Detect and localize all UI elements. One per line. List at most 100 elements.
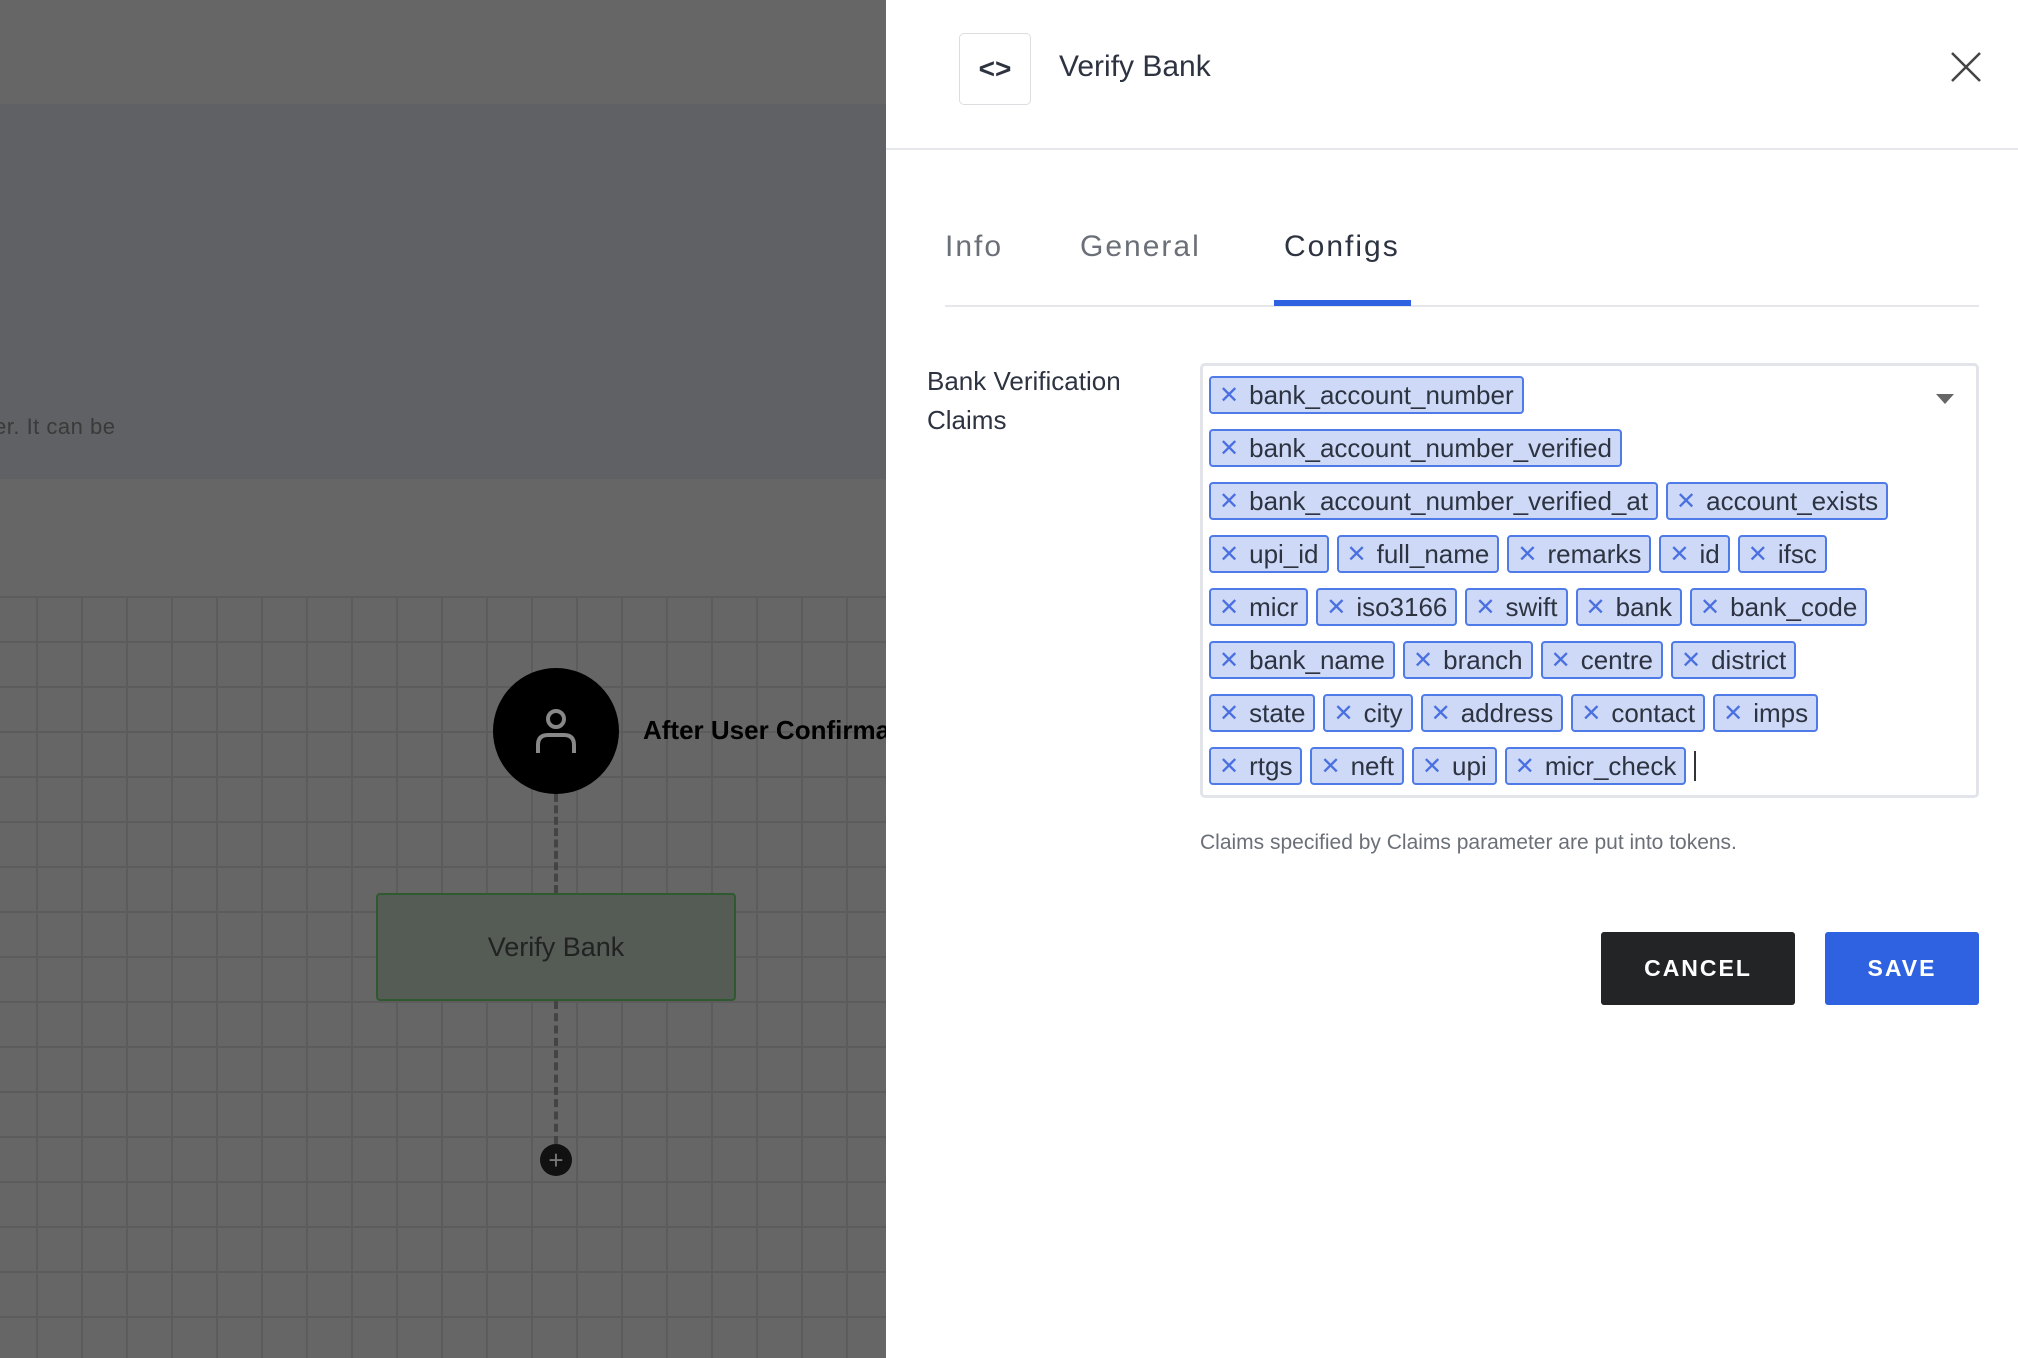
chip-label: remarks	[1547, 538, 1642, 569]
drawer-title: Verify Bank	[1059, 50, 1211, 83]
claim-chip: ✕ full_name	[1336, 535, 1500, 573]
claim-chip: ✕ branch	[1403, 641, 1533, 679]
description-section: er. It can be	[0, 104, 886, 479]
close-icon[interactable]	[1949, 50, 1983, 84]
remove-chip-icon[interactable]: ✕	[1347, 540, 1367, 569]
user-node[interactable]	[493, 668, 619, 794]
chip-label: imps	[1753, 697, 1809, 728]
claim-chip: ✕ bank_name	[1209, 641, 1395, 679]
claim-chip: ✕ micr_check	[1504, 747, 1687, 785]
chip-label: account_exists	[1706, 485, 1879, 516]
chip-label: branch	[1443, 644, 1523, 675]
chip-label: contact	[1611, 697, 1696, 728]
field-label: Bank Verification Claims	[927, 366, 1121, 435]
connector-line	[554, 1001, 558, 1144]
remove-chip-icon[interactable]: ✕	[1431, 699, 1451, 728]
claim-chip: ✕ id	[1659, 535, 1730, 573]
remove-chip-icon[interactable]: ✕	[1326, 593, 1346, 622]
remove-chip-icon[interactable]: ✕	[1219, 699, 1239, 728]
chip-label: rtgs	[1249, 750, 1293, 781]
remove-chip-icon[interactable]: ✕	[1413, 646, 1433, 675]
remove-chip-icon[interactable]: ✕	[1219, 434, 1239, 463]
claim-chip: ✕ district	[1670, 641, 1797, 679]
chip-label: bank_code	[1730, 591, 1858, 622]
remove-chip-icon[interactable]: ✕	[1333, 699, 1353, 728]
claim-chip: ✕ bank_account_number_verified	[1209, 429, 1622, 467]
claim-chip: ✕ bank	[1575, 588, 1682, 626]
help-text: Claims specified by Claims parameter are…	[1200, 831, 1737, 854]
remove-chip-icon[interactable]: ✕	[1669, 540, 1689, 569]
chip-label: district	[1711, 644, 1787, 675]
remove-chip-icon[interactable]: ✕	[1320, 752, 1340, 781]
claim-chip: ✕ ifsc	[1737, 535, 1827, 573]
plus-icon[interactable]: +	[540, 1144, 572, 1176]
chip-label: micr	[1249, 591, 1299, 622]
chip-label: id	[1699, 538, 1720, 569]
chip-label: iso3166	[1356, 591, 1448, 622]
claim-chip: ✕ imps	[1713, 694, 1819, 732]
claim-chip: ✕ rtgs	[1209, 747, 1303, 785]
code-icon[interactable]: <>	[959, 33, 1031, 105]
verify-bank-step[interactable]: Verify Bank	[376, 893, 736, 1001]
claim-chip: ✕ city	[1323, 694, 1413, 732]
remove-chip-icon[interactable]: ✕	[1581, 699, 1601, 728]
remove-chip-icon[interactable]: ✕	[1700, 593, 1720, 622]
remove-chip-icon[interactable]: ✕	[1475, 593, 1495, 622]
claim-chip: ✕ upi_id	[1209, 535, 1329, 573]
chip-label: bank_name	[1249, 644, 1385, 675]
remove-chip-icon[interactable]: ✕	[1723, 699, 1743, 728]
tab-divider	[945, 305, 1979, 307]
claim-chip: ✕ bank_code	[1690, 588, 1868, 626]
chip-label: upi_id	[1249, 538, 1319, 569]
remove-chip-icon[interactable]: ✕	[1219, 752, 1239, 781]
drawer-header: <> Verify Bank	[886, 0, 2018, 150]
config-drawer: <> Verify Bank Info General Configs Bank…	[886, 0, 2018, 1358]
chip-label: address	[1460, 697, 1554, 728]
chip-label: full_name	[1376, 538, 1490, 569]
chip-label: bank_account_number_verified	[1249, 432, 1612, 463]
remove-chip-icon[interactable]: ✕	[1219, 540, 1239, 569]
chip-label: ifsc	[1777, 538, 1817, 569]
workflow-canvas-overlay: er. It can be After User Confirmat Verif…	[0, 0, 886, 1358]
node-label: After User Confirmat	[643, 715, 886, 745]
remove-chip-icon[interactable]: ✕	[1517, 540, 1537, 569]
remove-chip-icon[interactable]: ✕	[1681, 646, 1701, 675]
chip-label: bank_account_number_verified_at	[1249, 485, 1649, 516]
claims-multiselect[interactable]: ✕ bank_account_number ✕ bank_account_number…	[1200, 363, 1979, 798]
tab-info[interactable]: Info	[945, 230, 1003, 264]
text-cursor	[1694, 751, 1697, 781]
remove-chip-icon[interactable]: ✕	[1219, 381, 1239, 410]
claim-chip: ✕ bank_account_number	[1209, 376, 1524, 414]
claim-chip: ✕ upi	[1411, 747, 1497, 785]
chip-label: swift	[1505, 591, 1558, 622]
save-button[interactable]: SAVE	[1825, 932, 1979, 1005]
remove-chip-icon[interactable]: ✕	[1219, 487, 1239, 516]
chip-label: city	[1363, 697, 1403, 728]
cancel-button[interactable]: CANCEL	[1601, 932, 1795, 1005]
remove-chip-icon[interactable]: ✕	[1515, 752, 1535, 781]
chip-label: micr_check	[1544, 750, 1677, 781]
chevron-down-icon[interactable]	[1936, 394, 1954, 404]
claim-chip: ✕ swift	[1465, 588, 1568, 626]
remove-chip-icon[interactable]: ✕	[1586, 593, 1606, 622]
remove-chip-icon[interactable]: ✕	[1219, 646, 1239, 675]
claim-chip: ✕ neft	[1310, 747, 1404, 785]
claim-chip: ✕ state	[1209, 694, 1316, 732]
remove-chip-icon[interactable]: ✕	[1551, 646, 1571, 675]
user-icon	[536, 709, 576, 753]
tab-general[interactable]: General	[1080, 230, 1201, 264]
chip-list: ✕ bank_account_number ✕ bank_account_number…	[1209, 376, 1906, 800]
chip-label: neft	[1350, 750, 1394, 781]
step-label: Verify Bank	[487, 931, 625, 962]
remove-chip-icon[interactable]: ✕	[1748, 540, 1768, 569]
remove-chip-icon[interactable]: ✕	[1219, 593, 1239, 622]
claim-chip: ✕ centre	[1540, 641, 1663, 679]
remove-chip-icon[interactable]: ✕	[1676, 487, 1696, 516]
connector-line	[554, 794, 558, 893]
remove-chip-icon[interactable]: ✕	[1422, 752, 1442, 781]
claim-chip: ✕ contact	[1571, 694, 1706, 732]
claim-chip: ✕ iso3166	[1316, 588, 1458, 626]
claim-chip: ✕ remarks	[1507, 535, 1652, 573]
chip-label: state	[1249, 697, 1306, 728]
tab-configs[interactable]: Configs	[1284, 230, 1400, 264]
